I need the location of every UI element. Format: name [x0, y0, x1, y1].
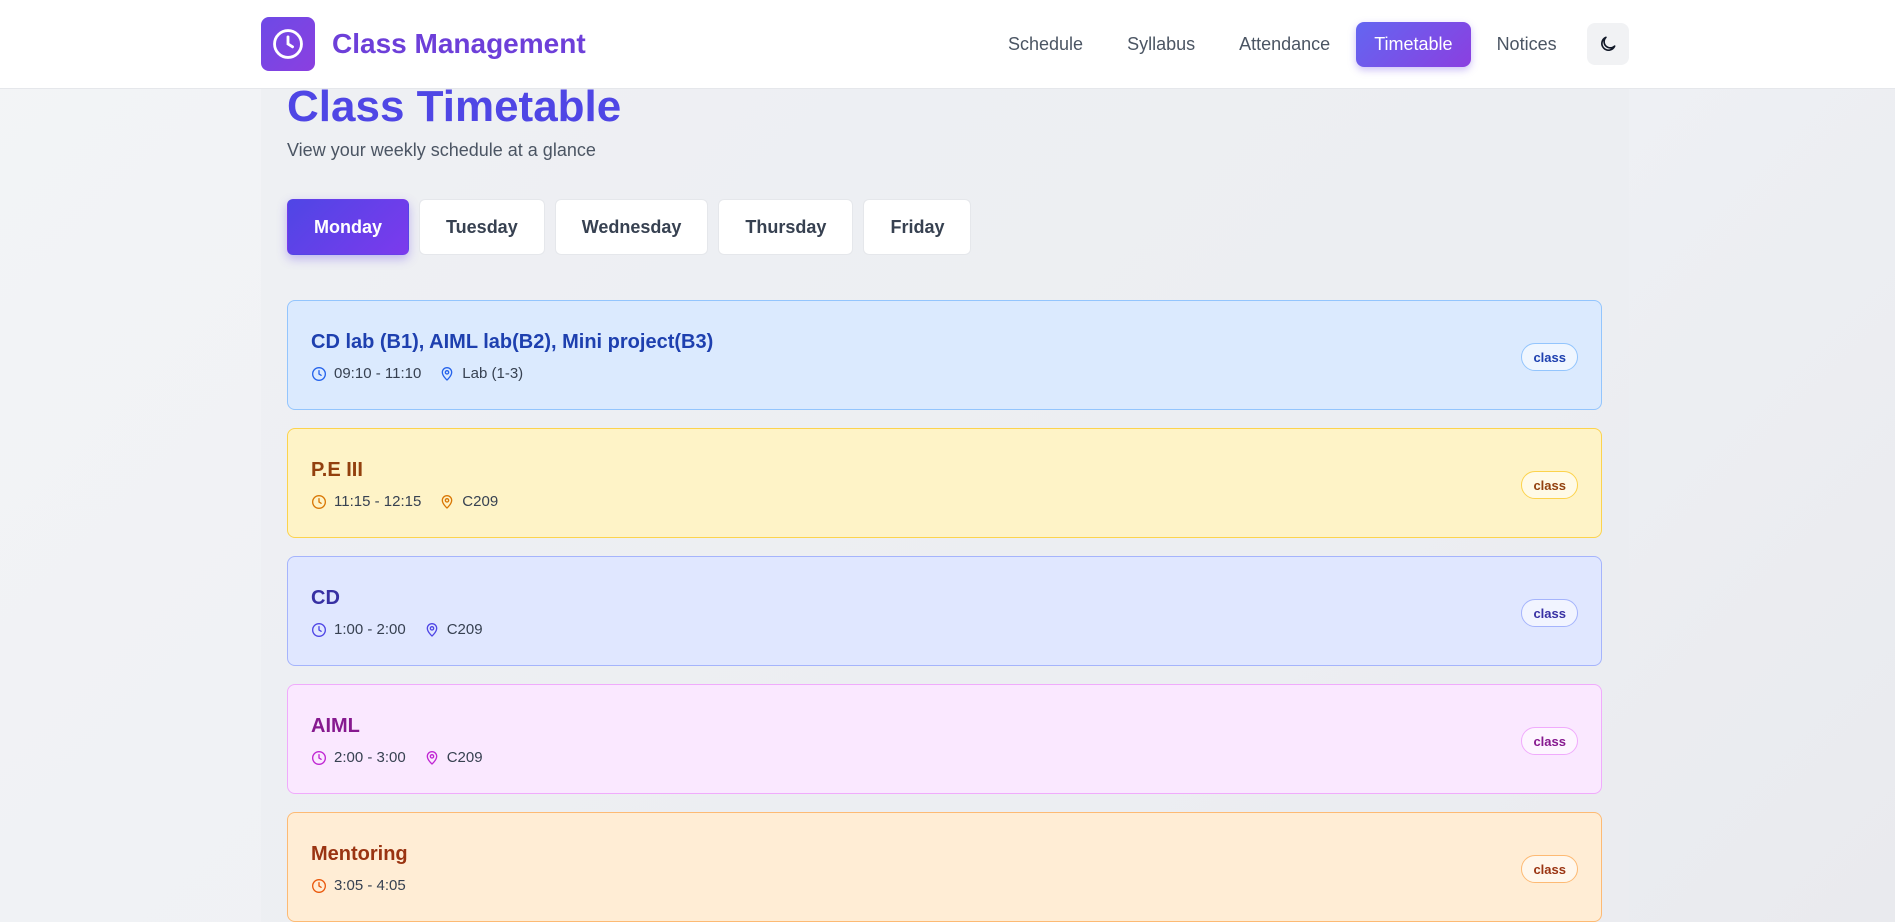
theme-toggle-button[interactable] — [1587, 23, 1629, 65]
nav-attendance[interactable]: Attendance — [1221, 22, 1348, 67]
class-type-badge: class — [1521, 599, 1578, 627]
class-time: 2:00 - 3:00 — [311, 749, 406, 766]
class-time-text: 2:00 - 3:00 — [334, 749, 406, 766]
class-location: C209 — [439, 493, 498, 510]
nav-syllabus[interactable]: Syllabus — [1109, 22, 1213, 67]
map-pin-icon — [424, 622, 440, 638]
day-tab-friday[interactable]: Friday — [863, 199, 972, 255]
moon-icon — [1598, 34, 1618, 54]
class-type-badge: class — [1521, 471, 1578, 499]
class-meta: 3:05 - 4:05 — [311, 877, 406, 894]
class-location-text: C209 — [446, 749, 483, 766]
clock-icon — [311, 366, 327, 382]
class-location: Lab (1-3) — [439, 365, 523, 382]
nav-links: Schedule Syllabus Attendance Timetable N… — [990, 22, 1575, 67]
day-tabs: Monday Tuesday Wednesday Thursday Friday — [287, 199, 972, 255]
clock-icon — [311, 878, 327, 894]
class-location-text: C209 — [462, 493, 499, 510]
class-time-text: 11:15 - 12:15 — [334, 493, 422, 510]
page-subtitle: View your weekly schedule at a glance — [287, 140, 596, 160]
class-card[interactable]: P.E III 11:15 - 12:15 C209 class — [287, 428, 1602, 538]
class-type-badge: class — [1521, 343, 1578, 371]
clock-icon — [311, 622, 327, 638]
class-title: Mentoring — [311, 843, 408, 865]
class-list: CD lab (B1), AIML lab(B2), Mini project(… — [287, 300, 1602, 922]
class-time: 11:15 - 12:15 — [311, 493, 421, 510]
class-location-text: Lab (1-3) — [462, 365, 524, 382]
page-title: Class Timetable — [287, 82, 622, 131]
class-time: 3:05 - 4:05 — [311, 877, 406, 894]
class-time: 1:00 - 2:00 — [311, 621, 406, 638]
class-title: CD lab (B1), AIML lab(B2), Mini project(… — [311, 331, 714, 353]
class-location: C209 — [424, 749, 483, 766]
clock-icon — [311, 750, 327, 766]
class-location: C209 — [424, 621, 483, 638]
map-pin-icon — [439, 366, 455, 382]
class-type-badge: class — [1521, 727, 1578, 755]
class-card[interactable]: CD 1:00 - 2:00 C209 class — [287, 556, 1602, 666]
class-time: 09:10 - 11:10 — [311, 365, 421, 382]
map-pin-icon — [439, 494, 455, 510]
day-tab-thursday[interactable]: Thursday — [718, 199, 854, 255]
class-meta: 09:10 - 11:10 Lab (1-3) — [311, 365, 523, 382]
class-location-text: C209 — [446, 621, 483, 638]
day-tab-wednesday[interactable]: Wednesday — [554, 199, 709, 255]
class-type-badge: class — [1521, 855, 1578, 883]
app-brand[interactable]: Class Management — [332, 26, 586, 62]
class-title: AIML — [311, 715, 360, 737]
top-navbar: Class Management Schedule Syllabus Atten… — [0, 0, 1895, 89]
nav-schedule[interactable]: Schedule — [990, 22, 1101, 67]
day-tab-tuesday[interactable]: Tuesday — [419, 199, 545, 255]
clock-icon — [311, 494, 327, 510]
class-card[interactable]: Mentoring 3:05 - 4:05 class — [287, 812, 1602, 922]
nav-notices[interactable]: Notices — [1479, 22, 1575, 67]
map-pin-icon — [424, 750, 440, 766]
class-meta: 1:00 - 2:00 C209 — [311, 621, 483, 638]
class-time-text: 1:00 - 2:00 — [334, 621, 406, 638]
class-card[interactable]: AIML 2:00 - 3:00 C209 class — [287, 684, 1602, 794]
day-tab-monday[interactable]: Monday — [287, 199, 410, 255]
nav-timetable[interactable]: Timetable — [1356, 22, 1471, 67]
class-time-text: 3:05 - 4:05 — [334, 877, 406, 894]
class-title: P.E III — [311, 459, 363, 481]
class-time-text: 09:10 - 11:10 — [334, 365, 422, 382]
class-meta: 11:15 - 12:15 C209 — [311, 493, 498, 510]
clock-icon[interactable] — [261, 17, 315, 71]
class-meta: 2:00 - 3:00 C209 — [311, 749, 483, 766]
class-title: CD — [311, 587, 340, 609]
class-card[interactable]: CD lab (B1), AIML lab(B2), Mini project(… — [287, 300, 1602, 410]
